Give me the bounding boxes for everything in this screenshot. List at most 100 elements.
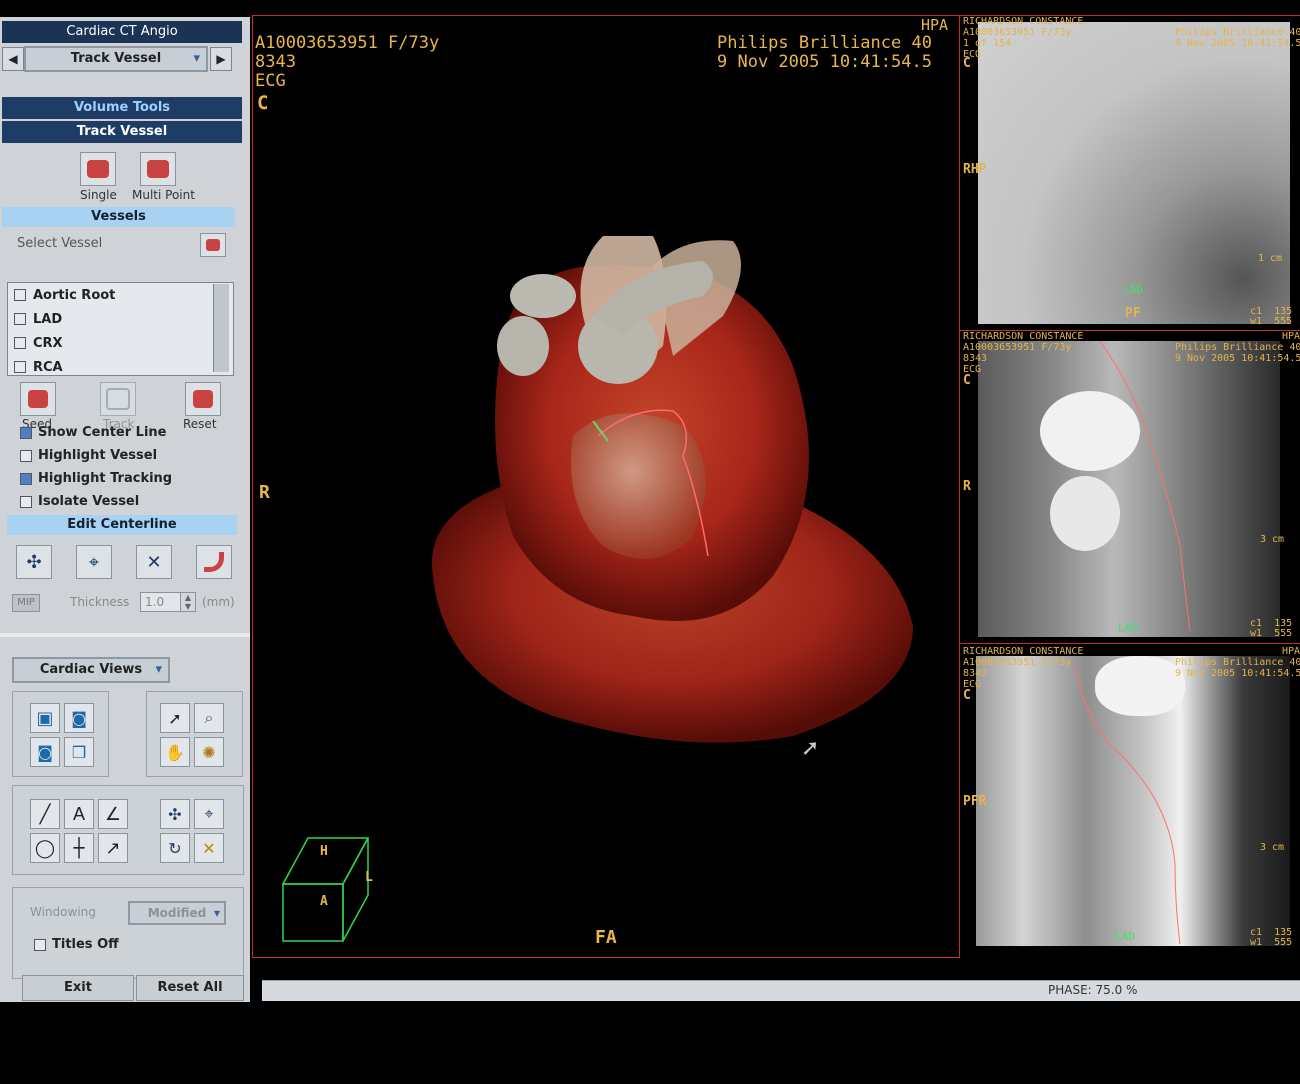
scanner-overlay: Philips Brilliance 40 xyxy=(1175,27,1300,38)
scale-overlay: 3 cm xyxy=(1260,534,1285,545)
vessel-checkbox[interactable] xyxy=(14,361,26,373)
single-track-button[interactable] xyxy=(80,152,116,186)
tool-select[interactable]: Track Vessel ▾ xyxy=(24,46,208,72)
vessel-checkbox[interactable] xyxy=(14,289,26,301)
vessel-label: LAD xyxy=(1118,621,1138,634)
image-index-overlay: 1 of 154 xyxy=(963,38,1012,49)
mip-toggle[interactable]: MIP xyxy=(12,594,40,612)
text-tool-button[interactable]: A xyxy=(64,799,94,829)
scanner-overlay: Philips Brilliance 40 xyxy=(1175,342,1300,353)
orientation-top: C xyxy=(963,56,971,71)
seed-icon xyxy=(28,390,48,408)
option-highlight-tracking[interactable]: Highlight Tracking xyxy=(20,471,172,486)
scale-overlay: 3 cm xyxy=(1260,842,1285,853)
vessel-item-rca[interactable]: RCA xyxy=(8,355,233,375)
vessel-checkbox[interactable] xyxy=(14,337,26,349)
reset-vessel-button[interactable] xyxy=(185,382,221,416)
orientation-left: PFR xyxy=(963,794,987,809)
capture-button[interactable]: ◙ xyxy=(30,737,60,767)
prev-tool-button[interactable]: ◀ xyxy=(2,47,24,71)
left-control-panel: Cardiac CT Angio ◀ Track Vessel ▾ ▶ Volu… xyxy=(0,17,250,1002)
scanner-overlay: Philips Brilliance 40 xyxy=(1175,657,1300,668)
vessel-item-crx[interactable]: CRX xyxy=(8,331,233,355)
rotate-annotation-button[interactable]: ↻ xyxy=(160,833,190,863)
views-select[interactable]: Cardiac Views ▾ xyxy=(12,657,170,683)
select-vessel-field[interactable]: Select Vessel xyxy=(7,232,207,256)
protocol-title: Cardiac CT Angio xyxy=(2,21,242,43)
checkbox[interactable] xyxy=(20,472,32,485)
vessel-checkbox[interactable] xyxy=(14,313,26,325)
zoom-button[interactable]: ⌕ xyxy=(194,703,224,733)
add-point-icon: ⌖ xyxy=(88,551,100,573)
add-point-button[interactable]: ⌖ xyxy=(76,545,112,579)
reset-all-button[interactable]: Reset All xyxy=(136,975,244,1001)
vessel-item-lad[interactable]: LAD xyxy=(8,307,233,331)
book-icon: ❒ xyxy=(71,742,87,762)
checkbox[interactable] xyxy=(20,449,32,462)
seed-button[interactable] xyxy=(20,382,56,416)
ellipse-tool-button[interactable]: ◯ xyxy=(30,833,60,863)
option-isolate-vessel[interactable]: Isolate Vessel xyxy=(20,494,139,509)
option-highlight-vessel[interactable]: Highlight Vessel xyxy=(20,448,157,463)
camera-icon: ◙ xyxy=(71,708,87,728)
line-icon: ╱ xyxy=(39,803,51,825)
pointer-button[interactable]: ➚ xyxy=(160,703,190,733)
multi-point-button[interactable] xyxy=(140,152,176,186)
checkbox[interactable] xyxy=(20,495,32,508)
vessel-item-aortic-root[interactable]: Aortic Root xyxy=(8,283,233,307)
track-button[interactable] xyxy=(100,382,136,416)
line-tool-button[interactable]: ╱ xyxy=(30,799,60,829)
thickness-stepper[interactable]: ▲ ▼ xyxy=(180,592,196,612)
pan-button[interactable]: ✋ xyxy=(160,737,190,767)
curve-vessel-icon xyxy=(204,552,224,572)
thickness-input[interactable]: 1.0 xyxy=(140,592,182,612)
curved-mpr-view[interactable]: RICHARDSON CONSTANCE A10003653951 F/73y … xyxy=(960,330,1300,641)
cube-label-top: H xyxy=(320,844,328,859)
move-point-icon: ✣ xyxy=(26,551,42,573)
move-annotation-button[interactable]: ✣ xyxy=(160,799,190,829)
axial-image xyxy=(978,22,1290,324)
camera-icon: ◙ xyxy=(37,742,53,762)
book-button[interactable]: ❒ xyxy=(64,737,94,767)
rotate-icon: ✺ xyxy=(202,742,216,762)
scanner-overlay: Philips Brilliance 40 xyxy=(717,33,932,53)
checkbox[interactable] xyxy=(34,938,46,951)
ellipse-icon: ◯ xyxy=(34,837,56,859)
move-icon: ✣ xyxy=(168,804,182,824)
crosshair-tool-button[interactable]: ┼ xyxy=(64,833,94,863)
datetime-overlay: 9 Nov 2005 10:41:54.5 xyxy=(1175,353,1300,364)
orientation-tag: HPA xyxy=(1282,646,1300,657)
next-tool-button[interactable]: ▶ xyxy=(210,47,232,71)
rotate-icon: ↻ xyxy=(168,838,182,858)
checkbox[interactable] xyxy=(20,426,32,439)
vessel-cut-surface xyxy=(497,316,549,376)
volume-render-viewport[interactable]: A10003653951 F/73y 8343 ECG C HPA Philip… xyxy=(252,15,960,958)
rotate-button[interactable]: ✺ xyxy=(194,737,224,767)
snapshot-button[interactable]: ◙ xyxy=(64,703,94,733)
delete-annotation-button[interactable]: ✕ xyxy=(194,833,224,863)
move-point-button[interactable]: ✣ xyxy=(16,545,52,579)
datetime-overlay: 9 Nov 2005 10:41:54.5 xyxy=(1175,38,1300,49)
delete-icon: ✕ xyxy=(202,838,216,858)
angle-tool-button[interactable]: ∠ xyxy=(98,799,128,829)
windowing-select-value: Modified xyxy=(147,906,207,920)
save-button[interactable]: ▣ xyxy=(30,703,60,733)
add-vessel-button[interactable] xyxy=(200,233,226,257)
edit-annotation-button[interactable]: ⌖ xyxy=(194,799,224,829)
chevron-down-icon: ▾ xyxy=(213,906,220,920)
views-select-value: Cardiac Views xyxy=(39,662,143,677)
vessel-list-scrollbar[interactable] xyxy=(213,284,229,372)
reset-icon xyxy=(193,390,213,408)
vessel-item-label: Aortic Root xyxy=(33,287,116,303)
windowing-select[interactable]: Modified ▾ xyxy=(128,901,226,925)
exit-button[interactable]: Exit xyxy=(22,975,134,1001)
pointer-icon: ➚ xyxy=(168,708,182,728)
axial-view[interactable]: RICHARDSON CONSTANCE A10003653951 F/73y … xyxy=(960,15,1300,328)
arrow-tool-button[interactable]: ↗ xyxy=(98,833,128,863)
delete-point-button[interactable]: ✕ xyxy=(136,545,172,579)
titles-off-toggle[interactable]: Titles Off xyxy=(34,937,119,952)
curve-vessel-button[interactable] xyxy=(196,545,232,579)
straightened-mpr-view[interactable]: RICHARDSON CONSTANCE A10003653951 F/73y … xyxy=(960,643,1300,954)
option-show-center-line[interactable]: Show Center Line xyxy=(20,425,166,440)
vessel-centerline xyxy=(1074,663,1181,945)
